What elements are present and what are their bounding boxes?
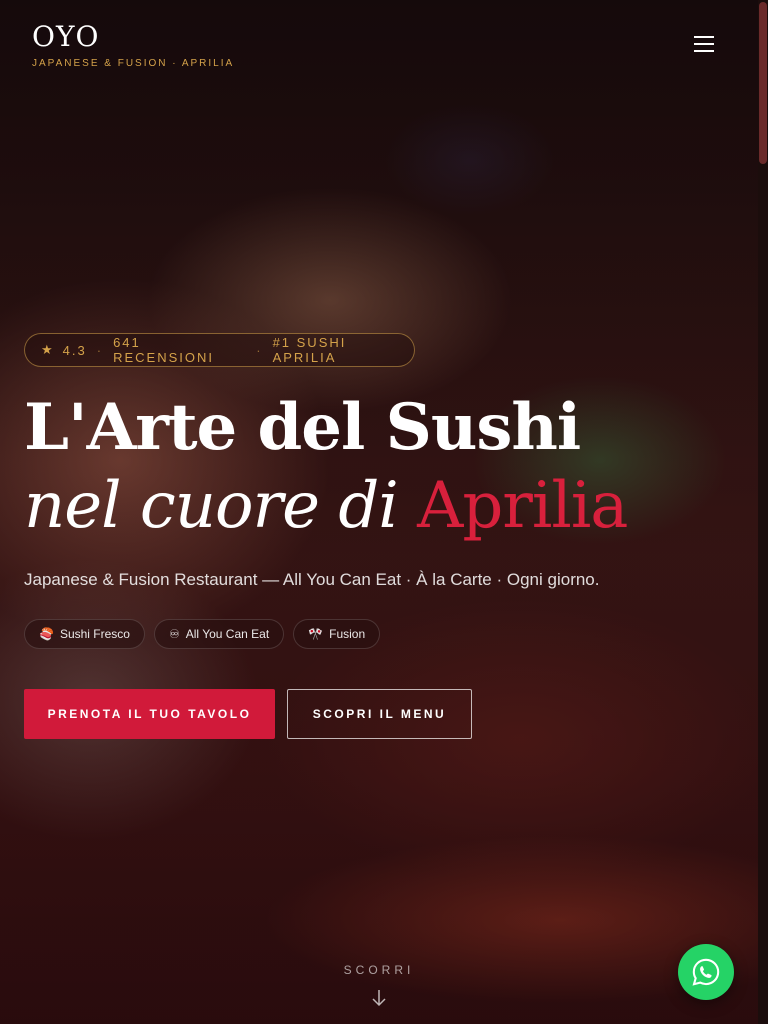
book-table-button[interactable]: PRENOTA IL TUO TAVOLO <box>24 689 275 739</box>
separator-dot: · <box>256 342 263 358</box>
chip-label: Fusion <box>329 627 366 641</box>
chip-all-you-can-eat[interactable]: ♾ All You Can Eat <box>153 619 285 649</box>
headline-prefix: nel cuore di <box>24 469 418 543</box>
whatsapp-icon <box>692 958 720 986</box>
review-count: 641 RECENSIONI <box>113 335 214 365</box>
sushi-icon: 🍣 <box>39 627 54 641</box>
chip-label: Sushi Fresco <box>59 627 130 641</box>
menu-line <box>694 36 714 38</box>
whatsapp-button[interactable] <box>678 944 734 1000</box>
brand-tagline: JAPANESE & FUSION · APRILIA <box>32 58 235 69</box>
hero-headline: L'Arte del Sushi <box>24 390 581 465</box>
rating-value: 4.3 <box>62 342 87 358</box>
infinity-icon: ♾ <box>168 627 180 641</box>
scrollbar-thumb[interactable] <box>759 2 767 164</box>
chip-label: All You Can Eat <box>185 627 270 641</box>
menu-line <box>694 43 714 45</box>
menu-line <box>694 50 714 52</box>
feature-chips: 🍣 Sushi Fresco ♾ All You Can Eat 🎌 Fusio… <box>24 619 381 649</box>
star-icon: ★ <box>41 342 55 357</box>
brand-logo[interactable]: OYO <box>32 20 234 54</box>
separator-dot: · <box>96 342 104 358</box>
page-scrollbar[interactable] <box>758 0 768 1024</box>
chip-fusion[interactable]: 🎌 Fusion <box>293 619 381 649</box>
chip-sushi-fresco[interactable]: 🍣 Sushi Fresco <box>24 619 145 649</box>
hero-headline-second-line: nel cuore di Aprilia <box>24 468 628 544</box>
rating-badge: ★ 4.3 · 641 RECENSIONI · #1 SUSHI APRILI… <box>24 333 415 367</box>
crossed-flags-icon: 🎌 <box>308 627 324 641</box>
ranking-label: #1 SUSHI APRILIA <box>272 335 347 365</box>
discover-menu-button[interactable]: SCOPRI IL MENU <box>287 689 472 739</box>
scroll-hint-label[interactable]: SCORRI <box>330 963 428 977</box>
hero-subheadline: Japanese & Fusion Restaurant — All You C… <box>24 570 600 589</box>
site-header: OYO JAPANESE & FUSION · APRILIA <box>32 20 234 69</box>
arrow-down-icon[interactable] <box>369 988 389 1008</box>
hamburger-menu-icon[interactable] <box>694 32 718 56</box>
headline-accent-city: Aprilia <box>417 469 628 543</box>
